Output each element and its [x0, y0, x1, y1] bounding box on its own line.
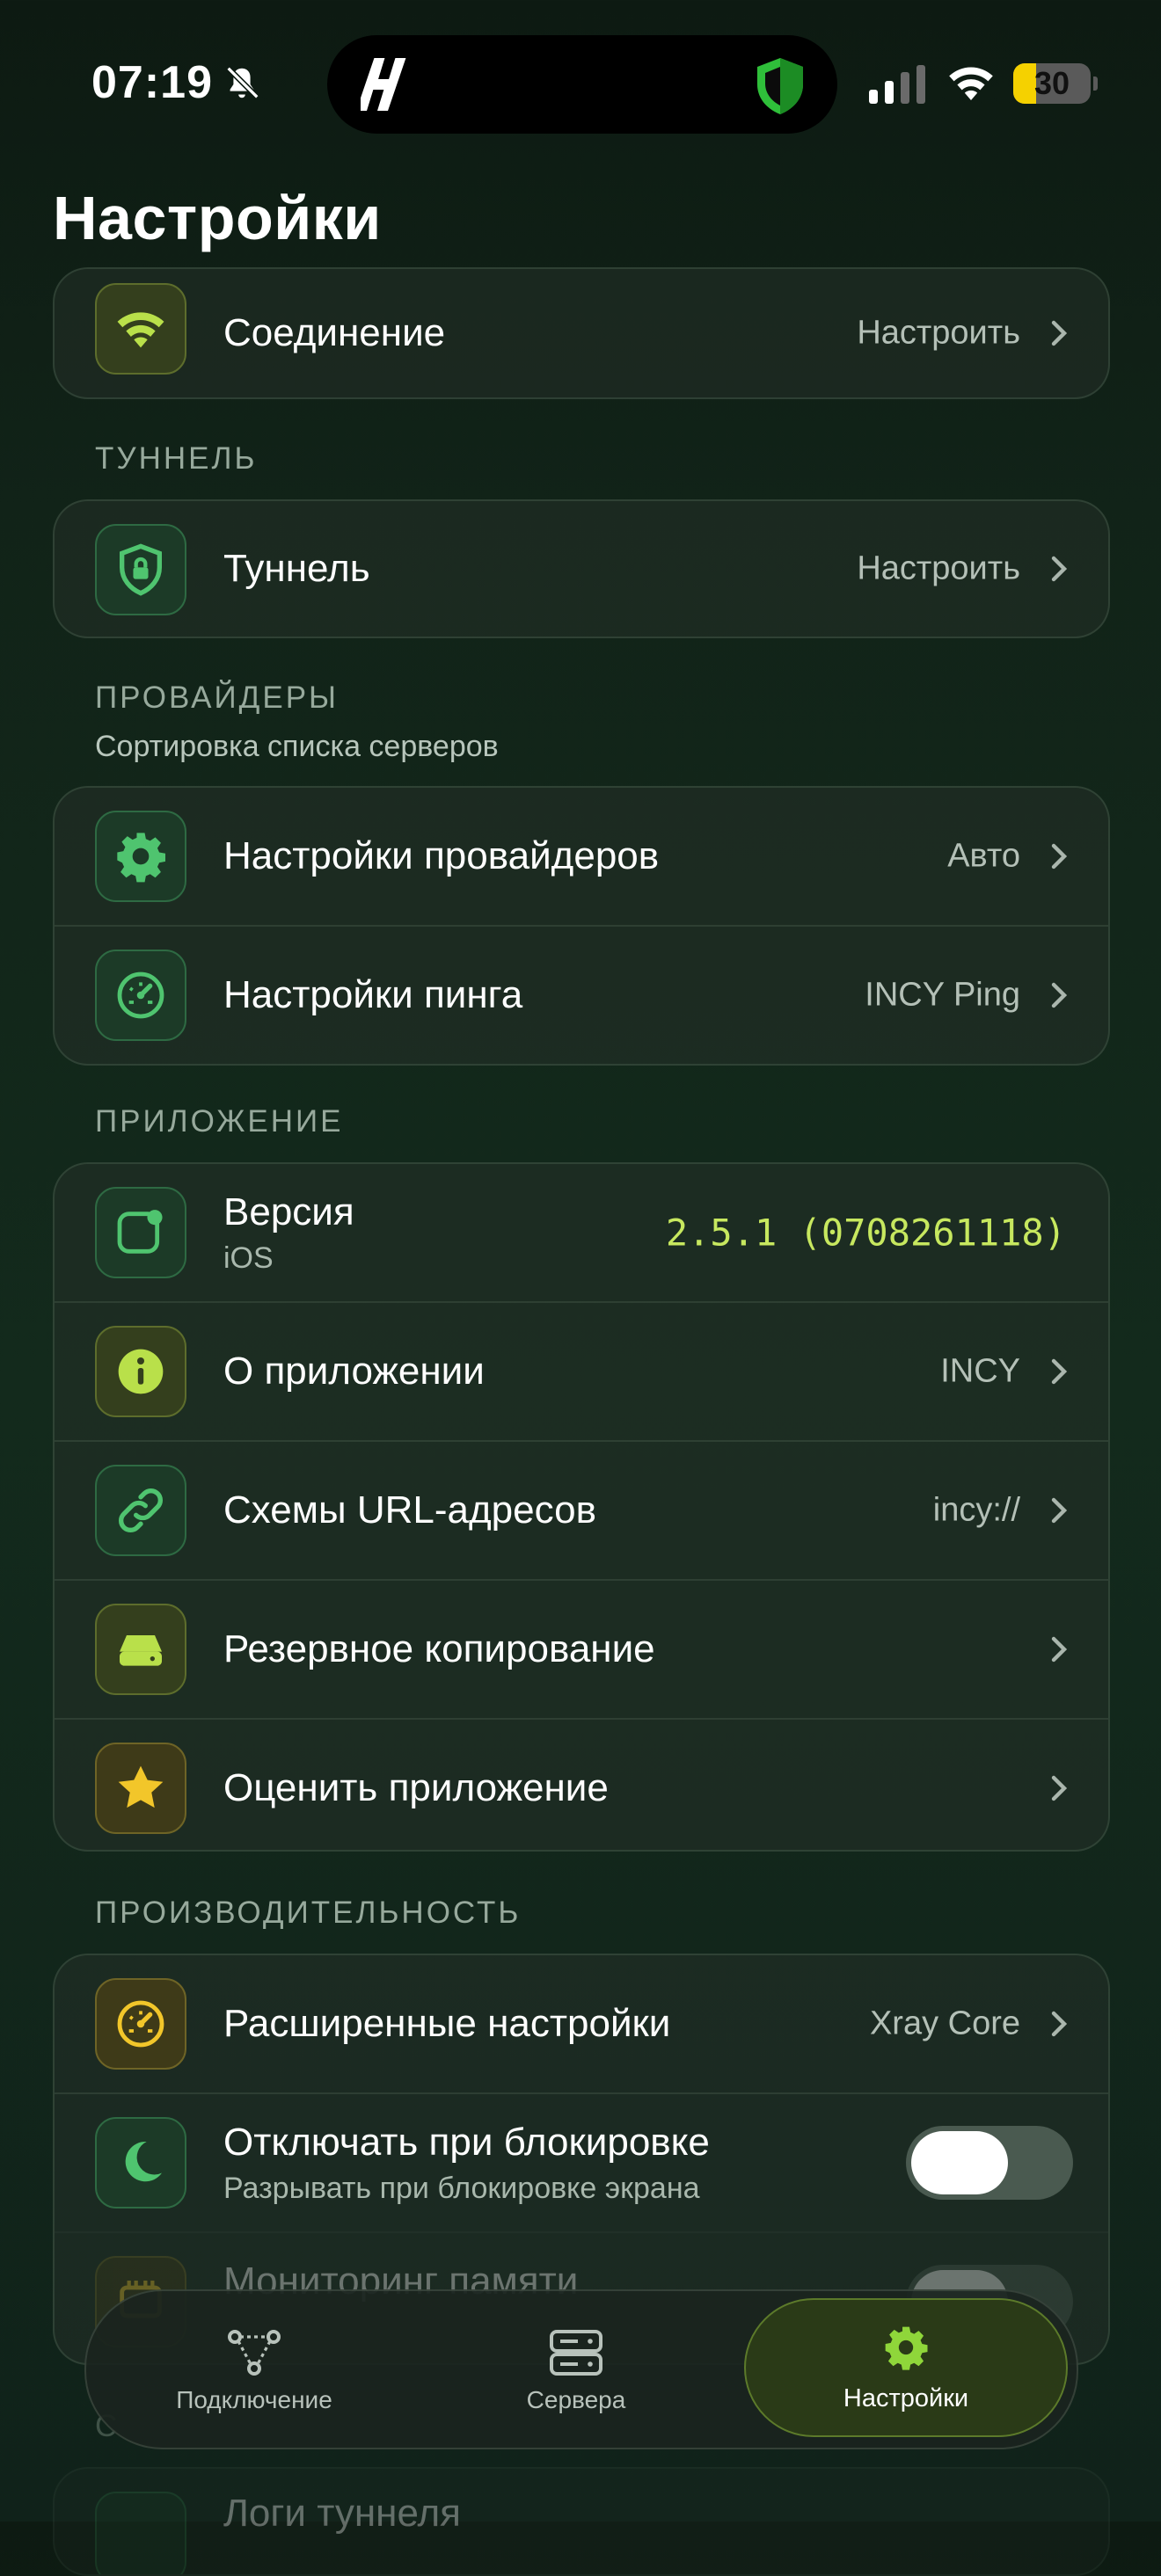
- section-label-providers: ПРОВАЙДЕРЫ: [95, 680, 340, 715]
- cellular-signal-icon: [869, 65, 925, 104]
- gear-icon: [885, 2326, 928, 2370]
- connection-icon: [228, 2330, 281, 2376]
- disconnect-on-lock-toggle[interactable]: [906, 2126, 1073, 2200]
- battery-indicator: 30: [1013, 63, 1098, 104]
- version-title: Версия: [223, 1190, 354, 1233]
- section-label-performance: ПРОИЗВОДИТЕЛЬНОСТЬ: [95, 1896, 522, 1930]
- servers-icon: [550, 2330, 602, 2376]
- wifi-icon: [117, 312, 164, 348]
- tab-settings[interactable]: Настройки: [744, 2298, 1068, 2437]
- status-bar: 07:19 30: [0, 0, 1161, 167]
- chevron-right-icon: [1051, 1497, 1068, 1524]
- about-value: INCY: [940, 1352, 1020, 1390]
- rate-app-row[interactable]: Оценить приложение: [55, 1718, 1108, 1850]
- connection-value: Настроить: [857, 314, 1020, 352]
- chevron-right-icon: [1051, 320, 1068, 346]
- status-time: 07:19: [91, 57, 213, 108]
- incy-logo-icon: [361, 58, 406, 111]
- disconnect-on-lock-title: Отключать при блокировке: [223, 2121, 710, 2164]
- version-number: 2.5.1 (0708261118): [665, 1211, 1066, 1255]
- ping-settings-value: INCY Ping: [865, 976, 1020, 1014]
- tab-connection[interactable]: Подключение: [113, 2291, 396, 2448]
- provider-settings-row[interactable]: Настройки провайдеров Авто: [55, 788, 1108, 925]
- about-title: О приложении: [223, 1350, 485, 1393]
- speedometer-icon: [117, 2000, 164, 2048]
- ping-settings-row[interactable]: Настройки пинга INCY Ping: [55, 925, 1108, 1064]
- backup-icon-box: [95, 1604, 186, 1695]
- shield-lock-icon: [120, 543, 162, 596]
- provider-icon-box: [95, 811, 186, 902]
- connection-row[interactable]: Соединение Настроить: [55, 269, 1108, 397]
- advanced-settings-title: Расширенные настройки: [223, 2002, 671, 2045]
- disconnect-on-lock-row: Отключать при блокировке Разрывать при б…: [55, 2092, 1108, 2231]
- provider-settings-value: Авто: [947, 837, 1020, 875]
- speedometer-icon: [117, 971, 164, 1019]
- url-schemes-title: Схемы URL-адресов: [223, 1488, 596, 1532]
- logs-card: Логи туннеля: [53, 2467, 1110, 2576]
- chevron-right-icon: [1051, 843, 1068, 870]
- version-row: Версия iOS 2.5.1 (0708261118): [55, 1164, 1108, 1301]
- info-icon: [118, 1349, 164, 1394]
- ping-icon-box: [95, 950, 186, 1041]
- providers-card: Настройки провайдеров Авто Настройки пин…: [53, 786, 1110, 1066]
- ping-settings-title: Настройки пинга: [223, 973, 523, 1016]
- advanced-icon-box: [95, 1978, 186, 2070]
- app-badge-icon: [117, 1210, 163, 1254]
- tab-connection-label: Подключение: [176, 2386, 332, 2413]
- tunnel-icon-box: [95, 524, 186, 615]
- chevron-right-icon: [1051, 1775, 1068, 1801]
- bell-muted-icon: [226, 66, 259, 99]
- section-label-tunnel: ТУННЕЛЬ: [95, 441, 258, 476]
- logs-icon-box: [95, 2492, 186, 2574]
- url-schemes-row[interactable]: Схемы URL-адресов incy://: [55, 1440, 1108, 1579]
- about-row[interactable]: О приложении INCY: [55, 1301, 1108, 1440]
- star-icon: [118, 1765, 164, 1808]
- url-schemes-value: incy://: [932, 1491, 1020, 1529]
- chevron-right-icon: [1051, 556, 1068, 582]
- tab-bar: Подключение Сервера Настройки: [84, 2289, 1078, 2449]
- advanced-settings-row[interactable]: Расширенные настройки Xray Core: [55, 1955, 1108, 2092]
- advanced-settings-value: Xray Core: [869, 2005, 1020, 2042]
- url-schemes-icon-box: [95, 1465, 186, 1556]
- chevron-right-icon: [1051, 2011, 1068, 2037]
- provider-settings-title: Настройки провайдеров: [223, 834, 660, 877]
- tunnel-value: Настроить: [857, 549, 1020, 587]
- tab-servers-label: Сервера: [526, 2386, 626, 2413]
- connection-card: Соединение Настроить: [53, 267, 1110, 399]
- chevron-right-icon: [1051, 1636, 1068, 1663]
- gear-icon: [117, 833, 165, 883]
- tunnel-logs-title: Логи туннеля: [223, 2492, 461, 2535]
- dynamic-island: [327, 35, 837, 134]
- disconnect-on-lock-subtitle: Разрывать при блокировке экрана: [223, 2172, 700, 2205]
- about-icon-box: [95, 1326, 186, 1417]
- page-title: Настройки: [53, 184, 382, 252]
- app-card: Версия iOS 2.5.1 (0708261118) О приложен…: [53, 1162, 1110, 1852]
- backup-title: Резервное копирование: [223, 1627, 655, 1670]
- battery-level: 30: [1033, 65, 1070, 101]
- drive-icon: [120, 1635, 162, 1666]
- rate-app-title: Оценить приложение: [223, 1766, 609, 1809]
- connection-icon-box: [95, 283, 186, 375]
- tunnel-title: Туннель: [223, 547, 370, 590]
- link-icon: [119, 1488, 163, 1532]
- lock-icon-box: [95, 2117, 186, 2209]
- backup-row[interactable]: Резервное копирование: [55, 1579, 1108, 1718]
- chevron-right-icon: [1051, 1358, 1068, 1385]
- rate-icon-box: [95, 1743, 186, 1834]
- version-icon-box: [95, 1187, 186, 1278]
- tunnel-logs-row[interactable]: Логи туннеля: [55, 2469, 1108, 2574]
- tunnel-row[interactable]: Туннель Настроить: [55, 501, 1108, 637]
- section-subtitle-providers: Сортировка списка серверов: [95, 730, 499, 763]
- wifi-icon: [949, 67, 993, 100]
- tab-servers[interactable]: Сервера: [434, 2291, 718, 2448]
- section-label-app: ПРИЛОЖЕНИЕ: [95, 1104, 344, 1139]
- connection-title: Соединение: [223, 311, 446, 354]
- tunnel-card: Туннель Настроить: [53, 499, 1110, 638]
- moon-icon: [125, 2141, 162, 2182]
- tab-settings-label: Настройки: [843, 2384, 969, 2412]
- shield-icon: [757, 58, 803, 114]
- version-platform: iOS: [223, 1241, 274, 1275]
- chevron-right-icon: [1051, 982, 1068, 1008]
